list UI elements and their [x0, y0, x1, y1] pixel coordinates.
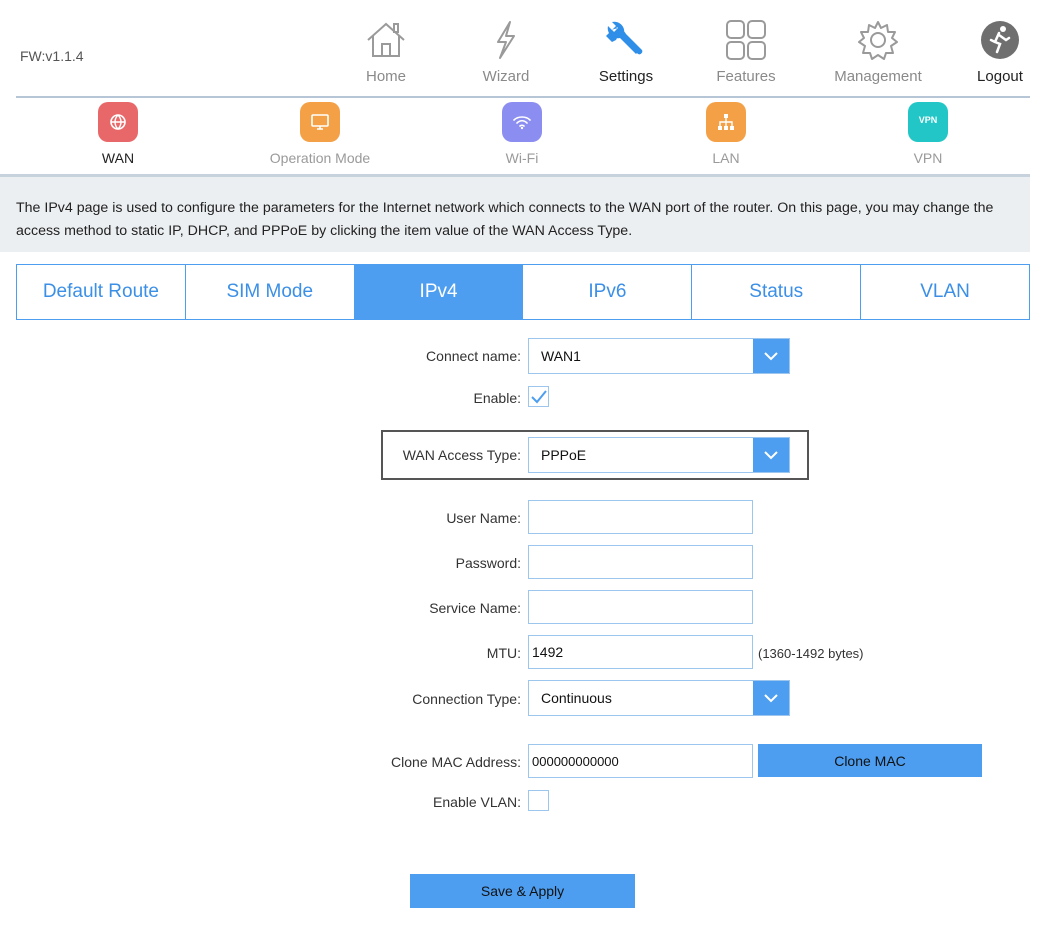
tab-bar: Default Route SIM Mode IPv4 IPv6 Status …: [16, 264, 1030, 320]
subnav-label: VPN: [913, 150, 943, 166]
subnav-wifi[interactable]: Wi-Fi: [452, 102, 592, 166]
logout-icon: [981, 21, 1019, 59]
home-icon: [367, 22, 405, 57]
chevron-down-icon[interactable]: [753, 438, 789, 472]
connection-type-value: Continuous: [541, 690, 612, 706]
enable-label: Enable:: [473, 390, 521, 406]
info-banner: The IPv4 page is used to configure the p…: [0, 174, 1030, 252]
chevron-down-icon[interactable]: [753, 681, 789, 715]
wrench-icon: [606, 21, 643, 55]
gear-icon: [858, 21, 898, 60]
tab-ipv4[interactable]: IPv4: [354, 265, 524, 319]
clone-mac-label: Clone MAC Address:: [391, 754, 521, 770]
wifi-icon: [502, 102, 542, 142]
nav-label: Logout: [977, 68, 1023, 85]
wan-access-type-label: WAN Access Type:: [402, 447, 521, 463]
tab-ipv6[interactable]: IPv6: [523, 265, 693, 319]
enable-checkbox[interactable]: [528, 386, 549, 407]
enable-vlan-checkbox[interactable]: [528, 790, 549, 811]
wizard-icon: [497, 21, 515, 59]
tab-status[interactable]: Status: [692, 265, 862, 319]
nav-label: Home: [365, 68, 406, 85]
nav-label: Features: [716, 68, 776, 85]
service-name-label: Service Name:: [429, 600, 521, 616]
save-apply-button[interactable]: Save & Apply: [410, 874, 635, 908]
nav-management[interactable]: Management: [818, 18, 938, 85]
wan-access-type-value: PPPoE: [541, 447, 587, 463]
user-name-label: User Name:: [446, 510, 521, 526]
nav-label: Settings: [598, 68, 654, 85]
subnav-label: WAN: [101, 150, 135, 166]
nav-settings[interactable]: Settings: [566, 18, 686, 85]
mtu-hint: (1360-1492 bytes): [758, 646, 864, 661]
checkmark-icon: [531, 390, 547, 404]
chevron-down-icon[interactable]: [753, 339, 789, 373]
service-name-input[interactable]: [528, 590, 753, 624]
connect-name-select[interactable]: WAN1: [528, 338, 790, 374]
subnav-operation-mode[interactable]: Operation Mode: [250, 102, 390, 166]
password-input[interactable]: [528, 545, 753, 579]
header-divider: [16, 96, 1030, 98]
features-grid-icon: [726, 20, 766, 60]
wan-access-type-select[interactable]: PPPoE: [528, 437, 790, 473]
subnav-label: Wi-Fi: [505, 150, 539, 166]
subnav-wan[interactable]: WAN: [48, 102, 188, 166]
subnav-vpn[interactable]: VPN VPN: [858, 102, 998, 166]
vpn-badge-text: VPN: [918, 115, 938, 125]
sub-navigation: WAN Operation Mode Wi-Fi LAN VPN VPN: [0, 102, 1054, 172]
subnav-lan[interactable]: LAN: [656, 102, 796, 166]
clone-mac-button[interactable]: Clone MAC: [758, 744, 982, 777]
connection-type-label: Connection Type:: [412, 691, 521, 707]
tab-default-route[interactable]: Default Route: [17, 265, 186, 319]
enable-vlan-label: Enable VLAN:: [433, 794, 521, 810]
vpn-icon: VPN: [908, 102, 948, 142]
top-navigation: Home Wizard Settings Features Management: [0, 18, 1054, 98]
subnav-label: LAN: [712, 150, 740, 166]
nav-logout[interactable]: Logout: [940, 18, 1054, 85]
nav-home[interactable]: Home: [326, 18, 446, 85]
connect-name-value: WAN1: [541, 348, 581, 364]
nav-label: Wizard: [482, 68, 530, 85]
nav-label: Management: [834, 68, 922, 85]
user-name-input[interactable]: [528, 500, 753, 534]
tab-sim-mode[interactable]: SIM Mode: [185, 265, 355, 319]
nav-features[interactable]: Features: [686, 18, 806, 85]
connect-name-label: Connect name:: [426, 348, 521, 364]
clone-mac-input[interactable]: [528, 744, 753, 778]
tab-vlan[interactable]: VLAN: [861, 265, 1029, 319]
mtu-input[interactable]: [528, 635, 753, 669]
password-label: Password:: [455, 555, 521, 571]
nav-wizard[interactable]: Wizard: [446, 18, 566, 85]
subnav-label: Operation Mode: [269, 150, 371, 166]
connection-type-select[interactable]: Continuous: [528, 680, 790, 716]
globe-icon: [98, 102, 138, 142]
mtu-label: MTU:: [486, 645, 521, 661]
network-icon: [706, 102, 746, 142]
monitor-icon: [300, 102, 340, 142]
